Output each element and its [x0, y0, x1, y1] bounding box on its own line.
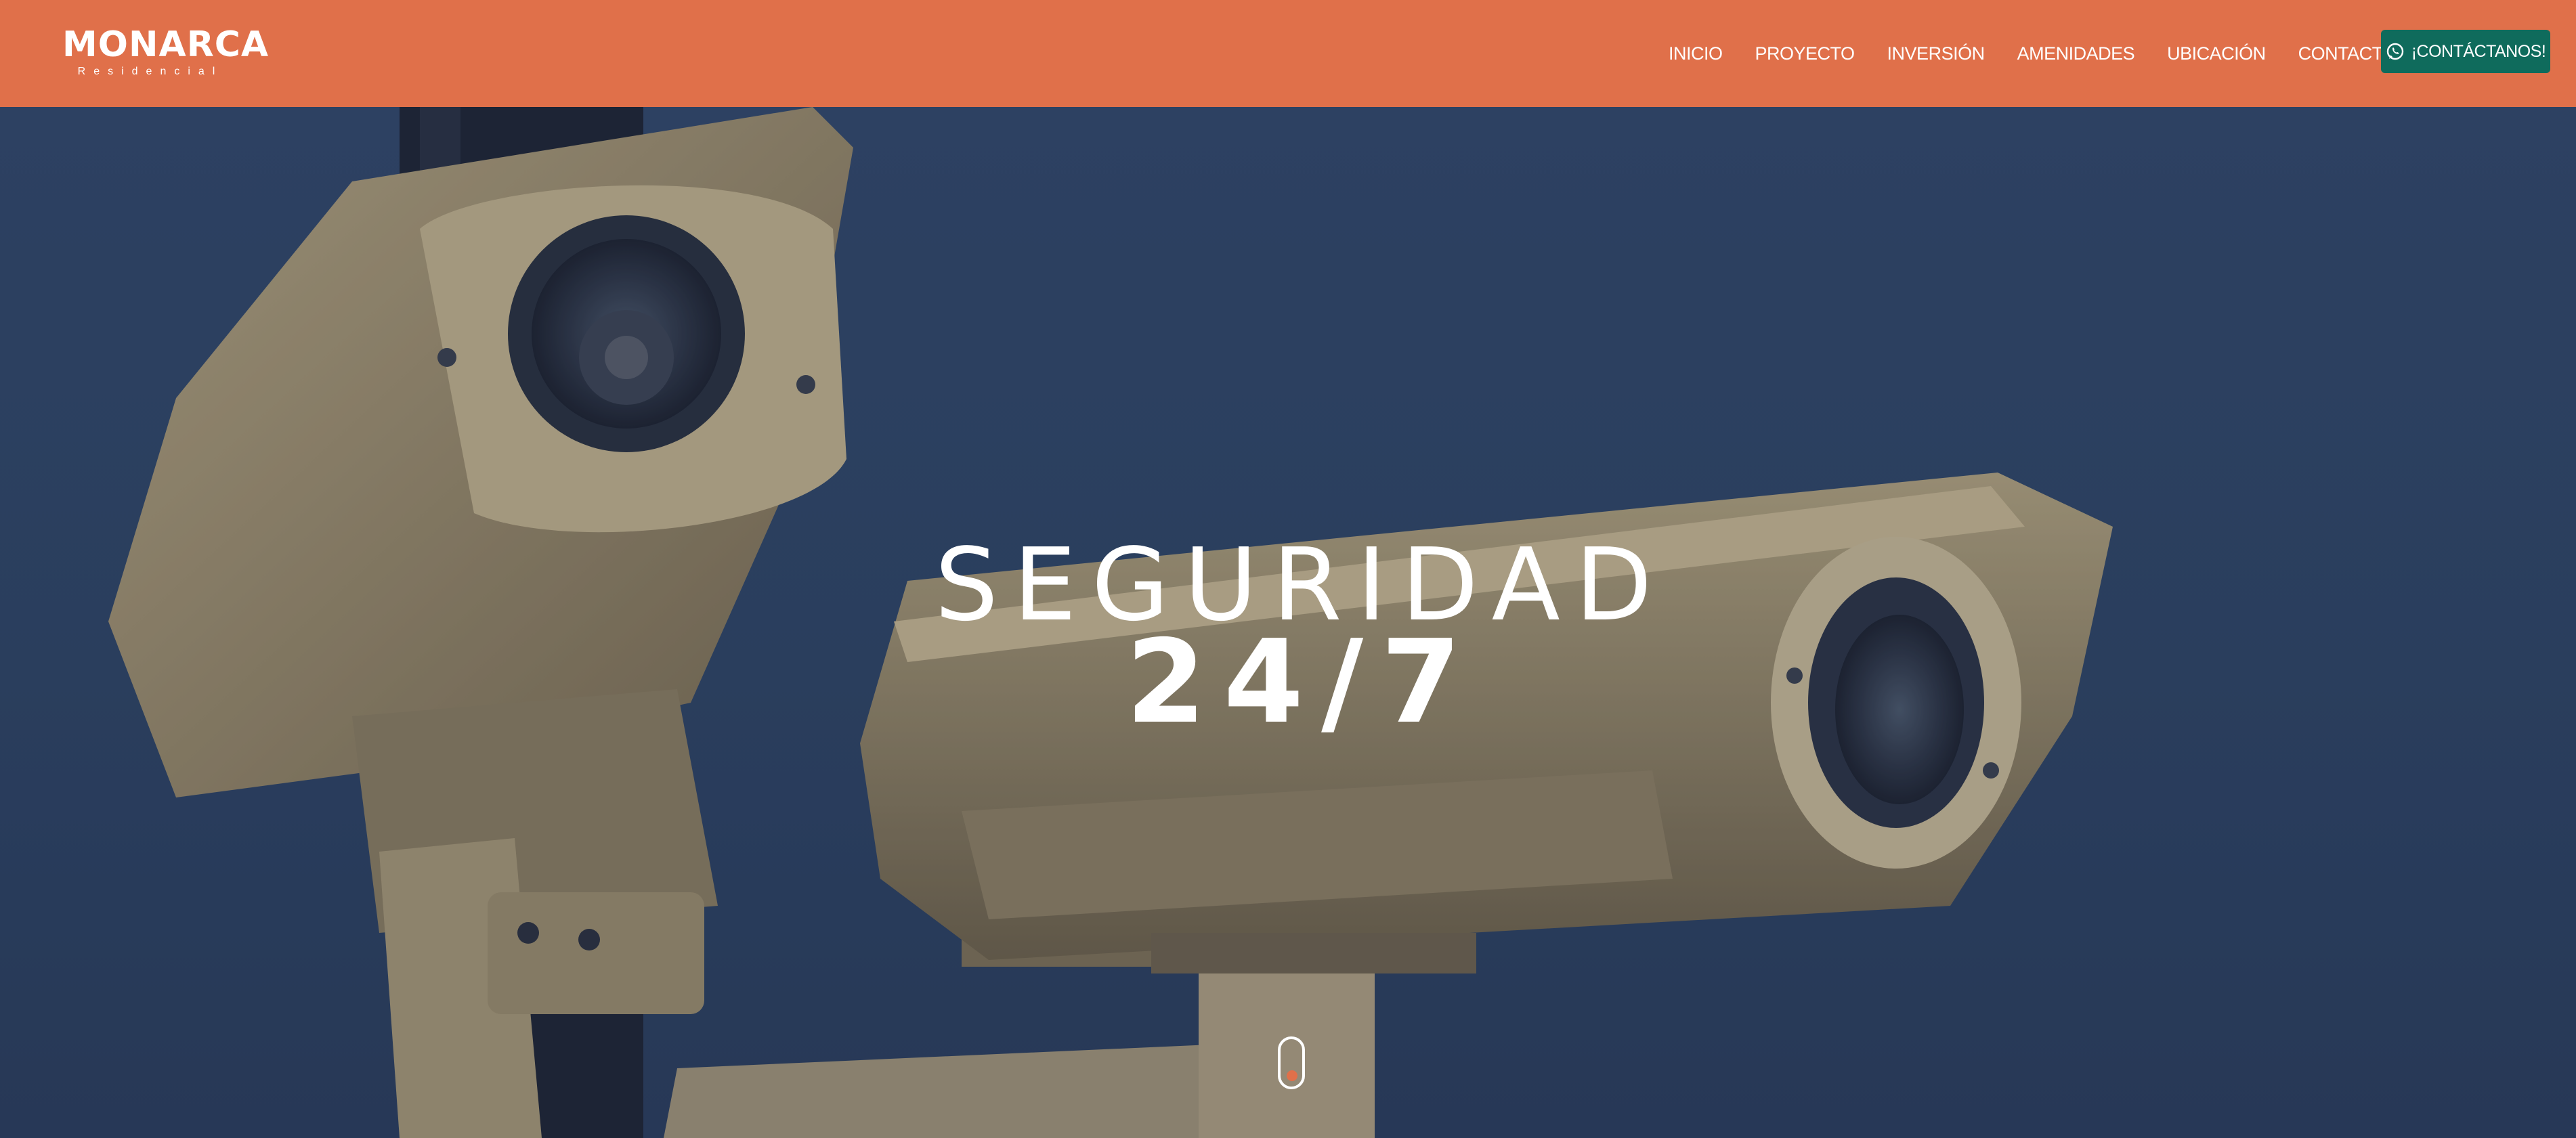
page: MONARCA Residencial INICIO PROYECTO INVE… — [0, 0, 2576, 1138]
whatsapp-icon — [2386, 42, 2405, 61]
site-header: MONARCA Residencial INICIO PROYECTO INVE… — [0, 0, 2576, 107]
hero-section: SEGURIDAD 24/7 — [0, 107, 2576, 1138]
hero-title-line2: 24/7 — [1125, 615, 1479, 750]
hero-title: SEGURIDAD 24/7 — [880, 534, 1706, 750]
contact-whatsapp-button[interactable]: ¡CONTÁCTANOS! — [2381, 30, 2550, 73]
contact-button-label: ¡CONTÁCTANOS! — [2411, 41, 2546, 61]
mouse-scroll-icon[interactable] — [1278, 1036, 1305, 1089]
nav-item-ubicacion[interactable]: UBICACIÓN — [2167, 43, 2266, 64]
nav-item-proyecto[interactable]: PROYECTO — [1755, 43, 1855, 64]
main-nav: INICIO PROYECTO INVERSIÓN AMENIDADES UBI… — [1652, 0, 2413, 107]
scroll-indicator-dot — [1287, 1070, 1297, 1081]
brand-logo[interactable]: MONARCA Residencial — [62, 24, 270, 77]
brand-tagline: Residencial — [77, 66, 223, 77]
brand-name: MONARCA — [62, 24, 270, 65]
nav-item-inversion[interactable]: INVERSIÓN — [1887, 43, 1985, 64]
nav-item-inicio[interactable]: INICIO — [1669, 43, 1723, 64]
nav-item-amenidades[interactable]: AMENIDADES — [2017, 43, 2135, 64]
